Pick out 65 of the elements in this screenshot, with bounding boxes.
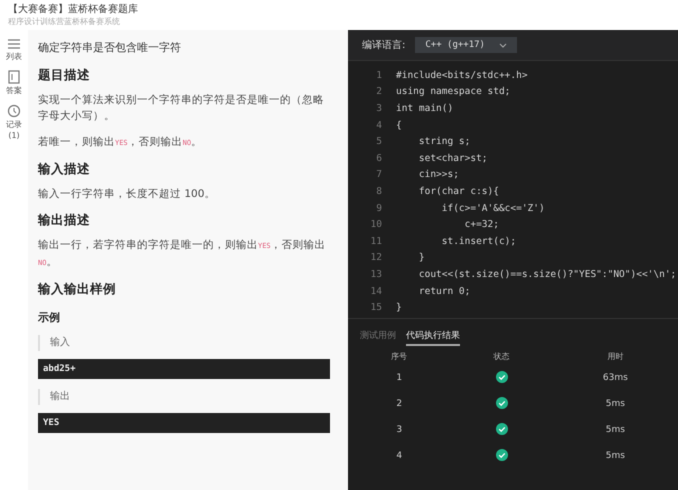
nav-item[interactable]: 记录 (1)	[6, 104, 22, 140]
line-number: 2	[375, 86, 383, 98]
menu-icon	[7, 38, 21, 50]
line-number: 12	[370, 252, 383, 264]
line-number: 10	[370, 219, 383, 230]
code-line: }	[418, 252, 425, 264]
nav-item[interactable]: 列表	[6, 38, 22, 62]
results-tab[interactable]: 测试用例	[360, 327, 396, 346]
code-line: st.insert(c);	[440, 236, 516, 247]
table-cell-text: 3	[395, 424, 404, 437]
code-line: set<char>st;	[418, 152, 488, 164]
column-header: 序号	[390, 351, 408, 363]
results-tab[interactable]: 代码执行结果	[406, 327, 460, 346]
line-number: 14	[370, 286, 383, 297]
document-icon	[8, 70, 20, 84]
code-line: c+=32;	[464, 219, 499, 230]
line-number: 9	[375, 202, 383, 214]
code-line: using namespace std;	[396, 86, 510, 98]
table-cell-text: 2	[395, 398, 404, 411]
code-line: if(c>='A'&&c<='Z')	[440, 202, 545, 214]
table-cell-text: 5ms	[604, 450, 626, 463]
sample-output: YES	[38, 413, 330, 433]
table-cell-text: 5ms	[604, 424, 626, 437]
language-dropdown[interactable]: C++ (g++17)	[415, 37, 517, 53]
code-line: return 0;	[418, 286, 470, 297]
code-line: for(char c:s){	[418, 186, 499, 197]
line-number: 6	[375, 152, 383, 164]
chevron-down-icon	[498, 42, 507, 48]
column-header: 用时	[606, 351, 624, 363]
line-number: 4	[375, 120, 383, 131]
code-line: {	[396, 120, 402, 131]
problem-title: 确定字符串是否包含唯一字符	[38, 40, 182, 55]
section-heading: 输入描述	[38, 161, 91, 178]
line-number: 5	[375, 136, 383, 148]
example-heading: 示例	[38, 310, 61, 325]
app-subtitle: 程序设计训练营蓝桥杯备赛系统	[8, 16, 121, 27]
code-line: #include<bits/stdc++.h>	[396, 70, 528, 81]
history-icon	[7, 104, 21, 118]
table-cell-text: 1	[395, 372, 404, 385]
column-header: 状态	[492, 351, 511, 363]
line-number: 13	[370, 268, 383, 280]
input-label: 输入	[38, 335, 330, 351]
line-number: 15	[370, 302, 383, 314]
section-heading: 输出描述	[38, 212, 91, 229]
line-number: 11	[370, 236, 383, 247]
app-title: 【大赛备赛】蓝桥杯备赛题库	[8, 3, 139, 16]
output-label: 输出	[38, 389, 330, 405]
code-line: cin>>s;	[418, 169, 459, 180]
line-number: 8	[375, 186, 383, 197]
table-cell-text: 5ms	[604, 398, 626, 411]
table-cell-text: 4	[395, 450, 404, 463]
code-line: }	[396, 302, 402, 314]
description-text: 实现一个算法来识别一个字符串的字符是否是唯一的（忽略字母大小写）。	[38, 93, 325, 124]
line-number: 1	[375, 70, 383, 81]
section-heading: 输入输出样例	[38, 281, 117, 298]
nav-item[interactable]: 答案	[6, 70, 22, 96]
language-label: 编译语言:	[362, 38, 406, 52]
code-line: cout<<(st.size()==s.size()?"YES":"NO")<<'\n';	[418, 268, 676, 280]
code-line: string s;	[418, 136, 470, 148]
description-text: 输入一行字符串，长度不超过 100。	[38, 187, 216, 202]
code-line: int main()	[396, 102, 454, 114]
line-number: 7	[375, 169, 383, 180]
section-heading: 题目描述	[38, 67, 91, 84]
table-cell-text: 63ms	[602, 372, 629, 385]
line-number: 3	[375, 102, 383, 114]
